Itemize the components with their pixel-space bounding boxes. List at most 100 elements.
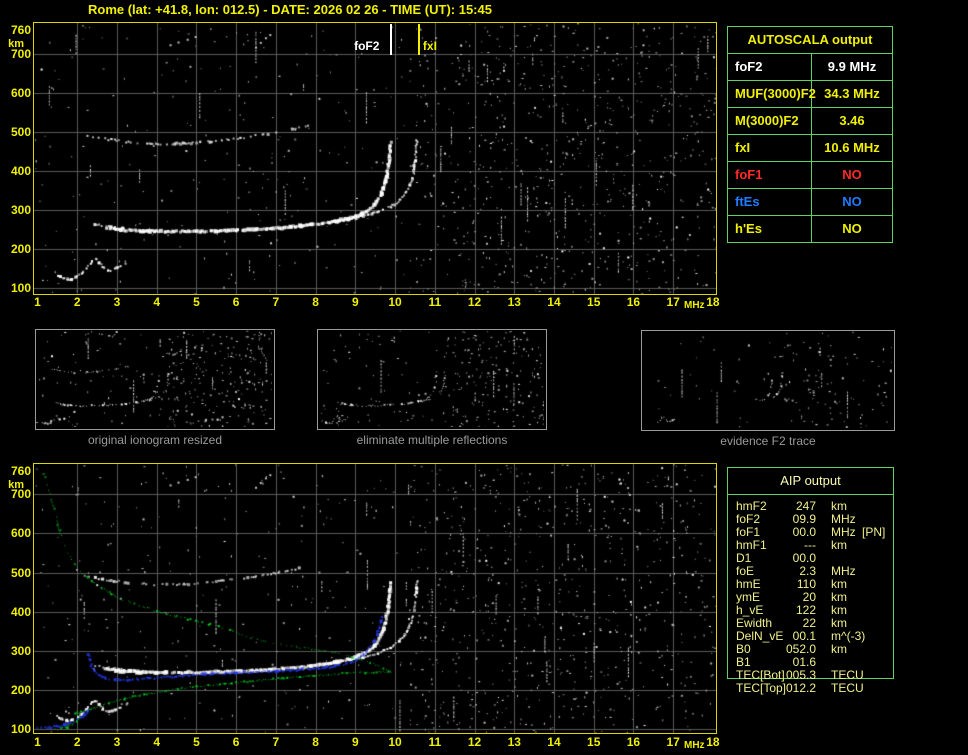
autoscala-row-value: 10.6 MHz: [824, 140, 880, 155]
aip-unit: TECU: [831, 681, 864, 695]
aip-row-foF2: foF2 09.9 MHz: [728, 512, 893, 526]
autoscala-row-value: 3.46: [839, 113, 865, 128]
autoscala-row-label: foF1: [728, 162, 812, 188]
autoscala-row-ftEs: ftEs NO: [728, 188, 892, 215]
aip-unit: km: [831, 590, 847, 604]
aip-lbl: ymE: [736, 590, 760, 604]
aip-row-B0: B0 052.0 km: [728, 642, 893, 656]
aip-val: 00.0: [792, 551, 816, 565]
aip-val: 22: [802, 616, 816, 630]
x-tick-label: 8: [312, 295, 319, 309]
x-tick-label: 11: [428, 295, 442, 309]
aip-lbl: hmE: [736, 577, 761, 591]
autoscala-row-M(3000)F2: M(3000)F2 3.46: [728, 107, 892, 134]
y-axis-unit-label: km: [8, 38, 24, 51]
aip-output-table: AIP output hmF2 247 km foF2 09.9 MHz foF1 00.0 M…: [727, 467, 894, 695]
autoscala-row-value: NO: [842, 221, 862, 236]
x-tick-label: 18: [706, 295, 720, 309]
autoscala-row-h'Es: h'Es NO: [728, 215, 892, 242]
autoscala-row-foF2: foF2 9.9 MHz: [728, 53, 892, 80]
x-tick-label: 5: [193, 735, 200, 749]
y-tick-label: 300: [10, 644, 31, 658]
autoscala-row-label: M(3000)F2: [728, 108, 812, 134]
x-tick-label: 6: [232, 295, 240, 309]
x-tick-label: 17: [666, 295, 680, 309]
x-tick-label: 11: [428, 735, 442, 749]
aip-row-TEC[Top]: TEC[Top] 012.2 TECU: [728, 681, 893, 695]
aip-row-D1: D1 00.0: [728, 551, 893, 565]
x-tick-label: 5: [193, 295, 200, 309]
aip-unit: km: [831, 642, 847, 656]
y-tick-label: 600: [10, 85, 31, 100]
fof2-marker-line: [390, 24, 393, 55]
thumbnail-reflections-canvas: [318, 330, 544, 427]
autoscala-table-rows: foF2 9.9 MHz MUF(3000)F2 34.3 MHz M(3000)F2 3…: [728, 53, 892, 242]
profile-canvas: [34, 464, 716, 733]
y-tick-label: 200: [10, 683, 31, 698]
x-tick-label: 7: [272, 735, 280, 749]
aip-val: 2.3: [799, 564, 816, 578]
autoscala-row-label: foF2: [728, 54, 812, 80]
aip-lbl: B0: [736, 642, 751, 656]
x-tick-label: 18: [706, 735, 720, 749]
fxi-marker-line: [417, 24, 420, 55]
aip-val: 122: [795, 603, 816, 617]
x-tick-label: 1: [34, 295, 41, 309]
y-tick-label: 760: [10, 463, 31, 478]
autoscala-row-label: ftEs: [728, 189, 812, 215]
aip-val: 01.6: [792, 655, 816, 669]
aip-unit: TECU: [831, 668, 864, 682]
x-tick-label: 2: [73, 735, 81, 749]
aip-note: [PN]: [862, 525, 886, 539]
y-tick-label: 600: [10, 526, 31, 541]
aip-val: 09.9: [792, 512, 816, 526]
x-tick-label: 8: [312, 735, 319, 749]
ionogram-canvas: [34, 23, 716, 294]
y-tick-label: 400: [10, 163, 31, 178]
x-tick-label: 13: [507, 295, 521, 309]
aip-row-hmE: hmE 110 km: [728, 577, 893, 591]
autoscala-row-value: NO: [842, 194, 862, 209]
x-tick-label: 15: [587, 295, 601, 309]
aip-unit: km: [831, 538, 847, 552]
x-tick-label: 16: [626, 735, 641, 749]
aip-row-foE: foE 2.3 MHz: [728, 564, 893, 578]
aip-val: 052.0: [785, 642, 816, 656]
aip-unit: km: [831, 603, 847, 617]
thumbnail-original-ionogram: [35, 329, 275, 430]
thumbnail-original-canvas: [36, 330, 272, 427]
aip-row-DelN_vE: DelN_vE 00.1 m^(-3): [728, 629, 893, 643]
x-tick-label: 1: [34, 735, 41, 749]
aip-unit: km: [831, 616, 847, 630]
aip-val: 012.2: [785, 681, 816, 695]
y-axis-unit-label: km: [8, 478, 24, 491]
x-tick-label: 10: [388, 295, 402, 309]
x-tick-label: 4: [153, 735, 161, 749]
autoscala-row-value: NO: [842, 167, 862, 182]
aip-lbl: foF1: [736, 525, 761, 539]
x-tick-label: 13: [507, 735, 521, 749]
x-axis-unit-label: MHz: [684, 740, 705, 751]
x-tick-label: 12: [467, 735, 482, 749]
aip-unit: MHz: [831, 525, 856, 539]
aip-val: 00.1: [792, 629, 816, 643]
aip-val: 20: [802, 590, 816, 604]
aip-unit: m^(-3): [831, 629, 866, 643]
aip-unit: km: [831, 577, 847, 591]
aip-lbl: hmF2: [736, 499, 767, 513]
autoscala-row-MUF(3000)F2: MUF(3000)F2 34.3 MHz: [728, 80, 892, 107]
x-tick-label: 2: [73, 295, 81, 309]
aip-row-h_vE: h_vE 122 km: [728, 603, 893, 617]
x-tick-label: 12: [467, 295, 482, 309]
aip-row-foF1: foF1 00.0 MHz [PN]: [728, 525, 893, 539]
y-tick-label: 400: [10, 604, 31, 619]
aip-unit: MHz: [831, 512, 856, 526]
aip-row-Ewidth: Ewidth 22 km: [728, 616, 893, 630]
autoscala-row-label: MUF(3000)F2: [728, 81, 816, 107]
autoscala-row-value: 9.9 MHz: [827, 59, 877, 74]
autoscala-row-fxI: fxI 10.6 MHz: [728, 134, 892, 161]
fof2-marker-label: foF2: [354, 39, 380, 53]
autoscala-output-table: AUTOSCALA output foF2 9.9 MHz MUF(3000)F2 3…: [727, 26, 893, 243]
y-tick-label: 500: [10, 565, 31, 580]
ionogram-top-plot: foF2 fxI: [33, 22, 717, 295]
